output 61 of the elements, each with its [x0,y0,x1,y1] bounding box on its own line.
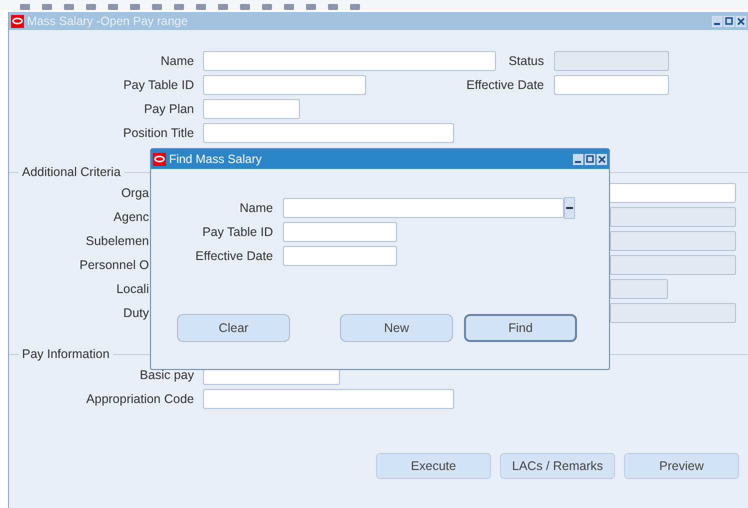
minimize-icon[interactable] [712,16,722,26]
field-label: Pay Table ID [201,225,273,239]
field-label: Appropriation Code [85,392,194,406]
logo-icon [11,14,24,28]
input-field[interactable] [554,75,669,95]
field-label: Status [508,54,544,68]
field-label: Duty [122,306,149,320]
input-field[interactable] [283,198,564,218]
toolbar-icon[interactable] [174,4,184,10]
toolbar-icon[interactable] [130,4,140,10]
field-label: Pay Table ID [122,78,194,92]
field-label: Orga [120,186,149,200]
toolbar-icon[interactable] [108,4,118,10]
toolbar-icon[interactable] [218,4,228,10]
maximize-icon[interactable] [584,154,596,164]
section-title: Pay Information [21,347,111,361]
toolbar-icon[interactable] [328,4,338,10]
input-field[interactable] [283,246,397,266]
toolbar-icon[interactable] [42,4,52,10]
section-title: Additional Criteria [21,165,122,179]
toolbar-icon[interactable] [86,4,96,10]
toolbar-icon[interactable] [196,4,206,10]
close-icon[interactable] [596,154,607,164]
input-field[interactable] [203,99,300,119]
minimize-icon[interactable] [573,154,584,164]
field-label: Basic pay [138,368,194,382]
input-field[interactable] [203,75,366,95]
list-of-values-button[interactable] [564,197,575,219]
action-button[interactable]: Execute [376,453,491,479]
field-label: Pay Plan [142,102,194,116]
input-field[interactable] [203,51,496,71]
logo-icon [153,152,166,166]
field-label: Personnel O [78,258,149,272]
toolbar-icon[interactable] [350,4,360,10]
field-label: Position Title [122,126,194,140]
toolbar-icon[interactable] [20,4,30,10]
toolbar-icon[interactable] [152,4,162,10]
action-button[interactable]: Preview [624,453,739,479]
field-label: Agenc [112,210,149,224]
input-field[interactable] [203,123,454,143]
field-label: Locali [115,282,149,296]
toolbar-icon[interactable] [64,4,74,10]
field-label: Effective Date [194,249,273,263]
input-field[interactable] [203,389,454,409]
toolbar-icon[interactable] [240,4,250,10]
field-label: Subelemen [84,234,149,248]
dialog-button[interactable]: Find [464,314,577,342]
dialog-title: Find Mass Salary [169,152,263,166]
window-title: Mass Salary -Open Pay range [27,14,189,28]
dialog-button[interactable]: New [340,314,453,342]
maximize-icon[interactable] [724,16,734,26]
field-label: Name [238,201,273,215]
input-field[interactable] [283,222,397,242]
toolbar-icon[interactable] [306,4,316,10]
field-label: Effective Date [465,78,544,92]
close-icon[interactable] [736,16,746,26]
toolbar-icon[interactable] [284,4,294,10]
toolbar-icon[interactable] [262,4,272,10]
dialog-button[interactable]: Clear [177,314,290,342]
action-button[interactable]: LACs / Remarks [500,453,615,479]
field-label: Name [160,54,194,68]
